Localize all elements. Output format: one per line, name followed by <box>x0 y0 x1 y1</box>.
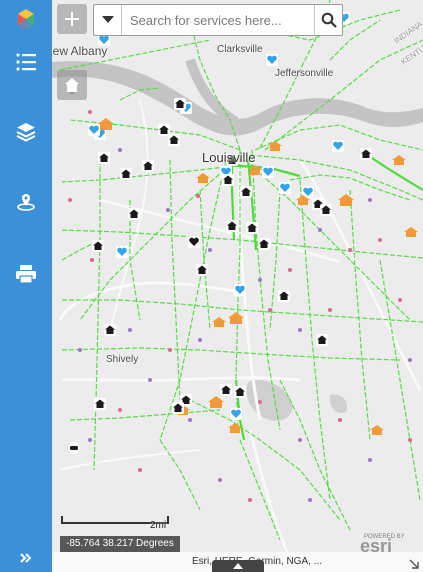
search-button[interactable] <box>314 5 342 35</box>
home-icon <box>65 78 79 92</box>
chevron-down-icon <box>101 16 114 23</box>
map-view[interactable]: New Albany Clarksville Jeffersonville Lo… <box>52 0 423 572</box>
place-label-new-albany: New Albany <box>52 44 108 58</box>
place-label-louisville: Louisville <box>202 150 256 165</box>
zoom-in-button[interactable] <box>57 4 87 34</box>
scale-bar-label: 2mi <box>150 520 167 531</box>
search-icon <box>321 12 337 28</box>
search-input[interactable] <box>122 5 314 35</box>
place-label-clarksville: Clarksville <box>217 44 263 55</box>
place-label-jeffersonville: Jeffersonville <box>275 68 334 79</box>
coordinate-readout: -85.764 38.217 Degrees <box>60 536 180 552</box>
location-icon[interactable] <box>0 182 52 222</box>
layers-icon[interactable] <box>0 112 52 152</box>
chevron-up-icon <box>233 563 243 569</box>
search-source-dropdown[interactable] <box>94 5 122 35</box>
expand-sidebar-icon[interactable] <box>18 551 34 565</box>
layer-list-icon[interactable] <box>0 42 52 82</box>
attribution-toggle-button[interactable] <box>212 560 264 572</box>
sidebar <box>0 0 52 572</box>
search-widget <box>93 4 343 36</box>
home-button[interactable] <box>57 70 87 100</box>
plus-icon <box>65 12 79 26</box>
app-root: New Albany Clarksville Jeffersonville Lo… <box>0 0 423 572</box>
print-icon[interactable] <box>0 254 52 294</box>
basemap <box>52 0 423 572</box>
app-logo-icon[interactable] <box>0 0 52 40</box>
resize-corner-icon[interactable] <box>408 558 420 570</box>
esri-logo: esri <box>360 536 393 556</box>
place-label-shively: Shively <box>106 354 139 365</box>
